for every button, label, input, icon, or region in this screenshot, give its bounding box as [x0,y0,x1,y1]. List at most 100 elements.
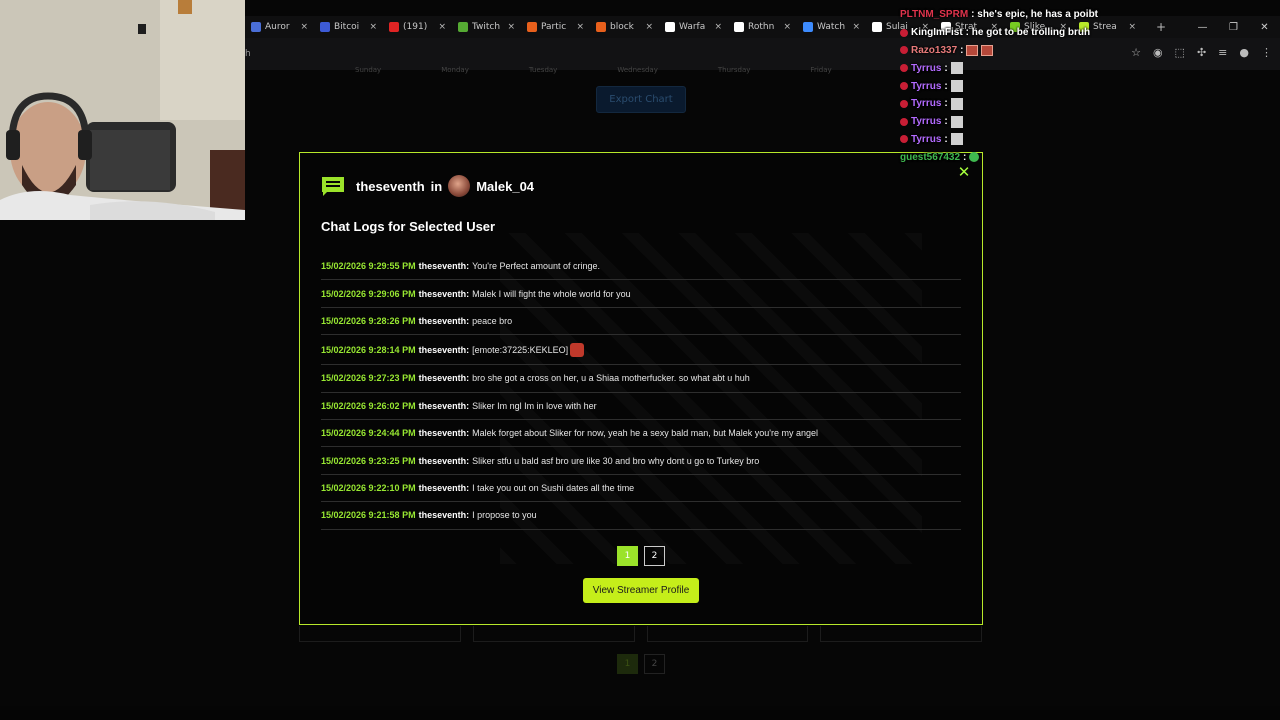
log-timestamp: 15/02/2026 9:28:26 PM [321,315,416,326]
close-modal-button[interactable]: ✕ [956,164,972,180]
chat-emote-icon [969,152,980,163]
chat-username: KingImFist [911,27,963,39]
tab-close-icon[interactable]: × [507,22,515,32]
background-pagination: 1 2 [617,654,665,674]
address-text[interactable]: h [245,49,845,59]
tab-close-icon[interactable]: × [852,22,860,32]
menu-icon[interactable]: ⋮ [1261,46,1272,59]
log-username: theseventh: [418,510,470,521]
log-username: theseventh: [418,344,470,355]
tab-close-icon[interactable]: × [576,22,584,32]
stream-chat-line: Razo1337 : [900,42,1098,60]
tab-label: (191) [403,22,428,32]
chat-message: : she's epic, he has a poibt [971,9,1099,21]
browser-tab[interactable]: Bitcoi × [314,16,383,38]
webcam-image [0,0,245,220]
tab-close-icon[interactable]: × [645,22,653,32]
background-page-1[interactable]: 1 [617,654,638,674]
browser-tab[interactable]: (191) × [383,16,452,38]
chat-message: : [944,133,948,145]
browser-tab[interactable]: Watch × [797,16,866,38]
chat-username: PLTNM_SPRM [900,9,969,21]
tab-close-icon[interactable]: × [438,22,446,32]
page-2-button[interactable]: 2 [644,546,665,566]
tab-close-icon[interactable]: × [369,22,377,32]
log-message: Malek forget about Sliker for now, yeah … [472,428,818,439]
log-username: theseventh: [418,482,470,493]
extension-icon[interactable]: ⬚ [1175,46,1185,59]
stream-chat-line: guest567432 : [900,148,1098,166]
chat-log-row: 15/02/2026 9:27:23 PM theseventh: bro she … [321,365,961,393]
export-chart-button[interactable]: Export Chart [596,86,686,113]
maximize-button[interactable]: ❐ [1218,22,1249,33]
chat-bubble-icon [322,176,344,196]
modal-header: theseventh in Malek_04 [321,175,534,197]
browser-tab[interactable]: Twitch × [452,16,521,38]
chat-badge-icon [900,99,908,108]
tab-close-icon[interactable]: × [1128,22,1136,32]
chat-log-row: 15/02/2026 9:28:26 PM theseventh: peace br… [321,308,961,336]
tab-close-icon[interactable]: × [300,22,308,32]
chat-message: : [963,151,967,163]
chat-emote-icon [981,44,994,56]
log-timestamp: 15/02/2026 9:23:25 PM [321,455,416,466]
log-timestamp: 15/02/2026 9:21:58 PM [321,510,416,521]
new-tab-button[interactable]: + [1150,20,1172,34]
log-username: theseventh: [418,373,470,384]
toolbar-icons: ☆ ◉ ⬚ ✣ ≡ ● ⋮ [1131,46,1272,59]
emote-icon [570,342,585,357]
browser-tab[interactable]: block × [590,16,659,38]
tab-favicon-icon [389,22,399,32]
tab-favicon-icon [803,22,813,32]
browser-tab[interactable]: Warfa × [659,16,728,38]
browser-tab[interactable]: Rothn × [728,16,797,38]
page-1-button[interactable]: 1 [617,546,638,566]
window-controls: — ❐ ✕ [1187,16,1280,38]
chat-username: Tyrrus [911,62,942,74]
tab-label: Bitcoi [334,22,360,32]
webcam-feed [0,0,245,220]
profile-icon[interactable]: ● [1239,46,1249,59]
channel-avatar [448,175,471,197]
tab-favicon-icon [596,22,606,32]
log-timestamp: 15/02/2026 9:28:14 PM [321,344,416,355]
log-timestamp: 15/02/2026 9:29:06 PM [321,288,416,299]
log-timestamp: 15/02/2026 9:29:55 PM [321,261,416,272]
tab-close-icon[interactable]: × [714,22,722,32]
log-timestamp: 15/02/2026 9:26:02 PM [321,400,416,411]
browser-tab[interactable]: Auror × [245,16,314,38]
star-icon[interactable]: ☆ [1131,46,1141,59]
modal-username: theseventh [356,178,425,194]
browser-tab[interactable]: Partic × [521,16,590,38]
log-message: Malek I will fight the whole world for y… [472,288,631,299]
background-page-2[interactable]: 2 [644,654,665,674]
log-message: I take you out on Sushi dates all the ti… [472,482,635,493]
chat-badge-icon [900,135,908,144]
chat-log-row: 15/02/2026 9:29:06 PM theseventh: Malek I … [321,280,961,308]
tab-favicon-icon [872,22,882,32]
tab-favicon-icon [320,22,330,32]
modal-in-word: in [430,178,443,194]
minimize-button[interactable]: — [1187,22,1218,33]
day-label: Friday [810,66,832,74]
chat-emote-icon [950,80,963,93]
tab-favicon-icon [665,22,675,32]
log-message: peace bro [472,315,513,326]
chat-username: Razo1337 [911,44,958,56]
modal-channel[interactable]: Malek_04 [476,179,534,194]
view-streamer-profile-button[interactable]: View Streamer Profile [583,578,699,603]
chat-log-row: 15/02/2026 9:26:02 PM theseventh: Sliker I… [321,393,961,420]
tab-close-icon[interactable]: × [783,22,791,32]
cast-icon[interactable]: ◉ [1153,46,1163,59]
puzzle-icon[interactable]: ✣ [1197,46,1206,59]
chat-username: guest567432 [900,151,961,163]
log-username: theseventh: [418,261,470,272]
tab-search-icon[interactable]: ≡ [1218,46,1227,59]
tab-label: Twitch [472,22,501,32]
stream-chat-line: KingImFist : he got to be trolling bruh [900,24,1098,42]
stream-chat-overlay: PLTNM_SPRM : she's epic, he has a poibt K… [900,6,1098,166]
log-message: [emote:37225:KEKLEO] [472,344,569,355]
chat-log-row: 15/02/2026 9:22:10 PM theseventh: I take y… [321,475,961,503]
close-window-button[interactable]: ✕ [1249,22,1280,33]
chat-log-row: 15/02/2026 9:23:25 PM theseventh: Sliker s… [321,447,961,475]
